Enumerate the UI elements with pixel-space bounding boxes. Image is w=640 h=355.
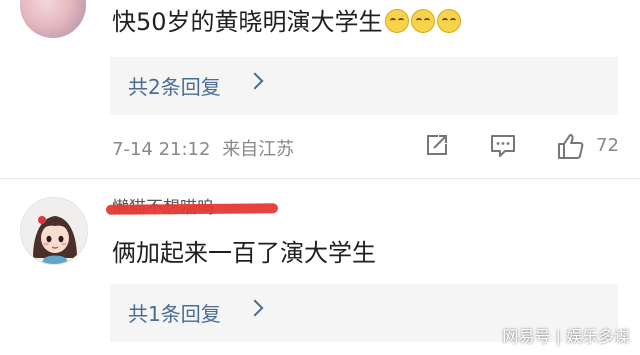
like-count: 72: [596, 135, 619, 156]
chevron-right-icon: [246, 72, 264, 90]
replies-button[interactable]: 共2条回复: [110, 57, 618, 115]
replies-label: 共1条回复: [128, 302, 221, 326]
comment-time: 7-14 21:12: [112, 139, 211, 160]
smile-emoji-icon: [384, 9, 409, 33]
comment-text: 俩加起来一百了演大学生: [112, 239, 376, 267]
share-icon[interactable]: [424, 132, 450, 158]
smile-emoji-icon: [436, 9, 461, 33]
comment-location: 来自江苏: [222, 139, 295, 160]
avatar[interactable]: [20, 197, 88, 265]
comment-icon[interactable]: [489, 132, 517, 158]
redaction-mark: [105, 203, 279, 215]
thumbs-up-icon[interactable]: [556, 132, 586, 160]
comment-meta: 7-14 21:12 来自江苏: [112, 135, 294, 161]
replies-label: 共2条回复: [128, 75, 221, 99]
avatar[interactable]: [20, 0, 86, 38]
smile-emoji-icon: [410, 9, 435, 33]
watermark: 网易号 | 娱乐多谍: [502, 327, 630, 346]
cartoon-girl-avatar-icon: [33, 216, 77, 264]
comment-body: 快50岁的黄晓明演大学生: [112, 8, 383, 36]
divider: [0, 178, 640, 179]
comment-text: 快50岁的黄晓明演大学生: [112, 2, 461, 37]
chevron-right-icon: [246, 299, 264, 317]
